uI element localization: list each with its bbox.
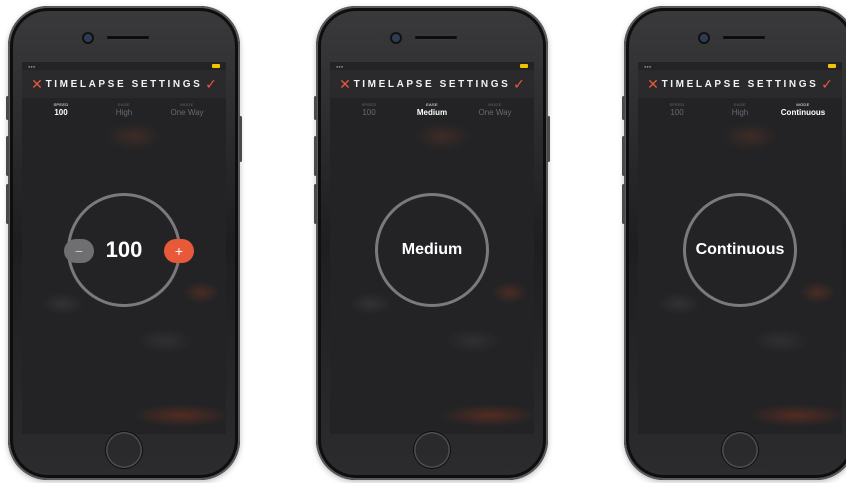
settings-tabs: SPEED 100 EASE High MODE One Way <box>22 102 226 117</box>
tab-ease[interactable]: EASE Medium <box>401 102 463 117</box>
home-button[interactable] <box>722 432 758 468</box>
tab-value: High <box>115 108 133 117</box>
volume-down-button <box>6 184 9 224</box>
tab-ease[interactable]: EASE High <box>93 102 155 117</box>
tab-value: 100 <box>54 108 68 117</box>
mute-switch <box>6 96 9 120</box>
screen: ●●● ✕ TIMELAPSE SETTINGS ✓ SPEED 100 EAS… <box>638 62 842 434</box>
battery-icon <box>520 64 528 68</box>
tab-label: EASE <box>118 102 130 107</box>
tab-value: One Way <box>478 108 512 117</box>
tab-mode[interactable]: MODE One Way <box>156 102 218 117</box>
tab-label: MODE <box>796 102 810 107</box>
close-icon[interactable]: ✕ <box>30 77 44 91</box>
battery-icon <box>212 64 220 68</box>
settings-tabs: SPEED 100 EASE Medium MODE One Way <box>330 102 534 117</box>
checkmark-icon[interactable]: ✓ <box>512 77 526 91</box>
phone-mode: ●●● ✕ TIMELAPSE SETTINGS ✓ SPEED 100 EAS… <box>622 6 846 480</box>
tab-speed[interactable]: SPEED 100 <box>30 102 92 117</box>
close-icon[interactable]: ✕ <box>646 77 660 91</box>
home-button[interactable] <box>414 432 450 468</box>
speaker-grille <box>106 35 150 40</box>
nav-title: TIMELAPSE SETTINGS <box>661 78 819 90</box>
home-button[interactable] <box>106 432 142 468</box>
tab-label: EASE <box>734 102 746 107</box>
dial-value: Continuous <box>695 241 785 258</box>
camera-icon <box>700 34 708 42</box>
tab-label: MODE <box>180 102 194 107</box>
screen: ●●● ✕ TIMELAPSE SETTINGS ✓ SPEED 100 EAS… <box>22 62 226 434</box>
power-button <box>547 116 550 162</box>
volume-down-button <box>622 184 625 224</box>
status-bar: ●●● <box>330 62 534 70</box>
value-dial[interactable]: Continuous <box>683 193 797 307</box>
mockup-stage: ●●● ✕ TIMELAPSE SETTINGS ✓ SPEED 100 EAS… <box>0 0 846 483</box>
speaker-grille <box>414 35 458 40</box>
tab-value: Medium <box>416 108 448 117</box>
tab-label: MODE <box>488 102 502 107</box>
tab-label: SPEED <box>53 102 69 107</box>
tab-label: SPEED <box>361 102 377 107</box>
status-bar: ●●● <box>22 62 226 70</box>
tab-value: 100 <box>362 108 376 117</box>
tab-mode[interactable]: MODE One Way <box>464 102 526 117</box>
tab-speed[interactable]: SPEED 100 <box>338 102 400 117</box>
mute-switch <box>622 96 625 120</box>
nav-bar: ✕ TIMELAPSE SETTINGS ✓ <box>638 70 842 98</box>
tab-value: 100 <box>670 108 684 117</box>
signal-icon: ●●● <box>28 63 36 69</box>
tab-value: Continuous <box>780 108 826 117</box>
tab-ease[interactable]: EASE High <box>709 102 771 117</box>
camera-icon <box>84 34 92 42</box>
minus-icon: − <box>74 243 84 259</box>
signal-icon: ●●● <box>336 63 344 69</box>
nav-title: TIMELAPSE SETTINGS <box>353 78 511 90</box>
camera-icon <box>392 34 400 42</box>
plus-icon: + <box>174 243 184 259</box>
tab-speed[interactable]: SPEED 100 <box>646 102 708 117</box>
volume-up-button <box>6 136 9 176</box>
power-button <box>239 116 242 162</box>
speaker-grille <box>722 35 766 40</box>
close-icon[interactable]: ✕ <box>338 77 352 91</box>
settings-tabs: SPEED 100 EASE High MODE Continuous <box>638 102 842 117</box>
phone-ease: ●●● ✕ TIMELAPSE SETTINGS ✓ SPEED 100 EAS… <box>314 6 550 480</box>
tab-value: One Way <box>170 108 204 117</box>
decrement-button[interactable]: − <box>64 239 94 263</box>
nav-bar: ✕ TIMELAPSE SETTINGS ✓ <box>330 70 534 98</box>
battery-icon <box>828 64 836 68</box>
dial-value: Medium <box>401 241 463 258</box>
screen: ●●● ✕ TIMELAPSE SETTINGS ✓ SPEED 100 EAS… <box>330 62 534 434</box>
checkmark-icon[interactable]: ✓ <box>204 77 218 91</box>
signal-icon: ●●● <box>644 63 652 69</box>
mute-switch <box>314 96 317 120</box>
tab-label: SPEED <box>669 102 685 107</box>
tab-label: EASE <box>426 102 438 107</box>
status-bar: ●●● <box>638 62 842 70</box>
tab-mode[interactable]: MODE Continuous <box>772 102 834 117</box>
tab-value: High <box>731 108 749 117</box>
volume-down-button <box>314 184 317 224</box>
value-dial[interactable]: Medium <box>375 193 489 307</box>
increment-button[interactable]: + <box>164 239 194 263</box>
checkmark-icon[interactable]: ✓ <box>820 77 834 91</box>
nav-bar: ✕ TIMELAPSE SETTINGS ✓ <box>22 70 226 98</box>
volume-up-button <box>314 136 317 176</box>
volume-up-button <box>622 136 625 176</box>
dial-value: 100 <box>105 237 143 262</box>
phone-speed: ●●● ✕ TIMELAPSE SETTINGS ✓ SPEED 100 EAS… <box>6 6 242 480</box>
nav-title: TIMELAPSE SETTINGS <box>45 78 203 90</box>
